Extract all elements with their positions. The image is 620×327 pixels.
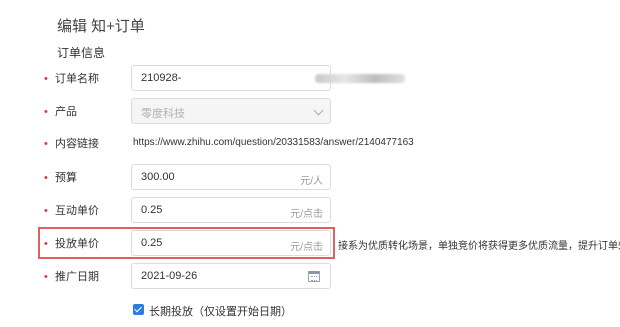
order-name-input[interactable]: 210928- — [131, 65, 405, 91]
interaction-price-input[interactable]: 0.25 元/点击 — [131, 197, 331, 223]
budget-row: • 预算 300.00 元/人 — [0, 164, 620, 192]
required-marker: • — [44, 238, 48, 250]
chevron-down-icon — [313, 105, 324, 116]
required-marker: • — [44, 138, 48, 150]
bid-price-label: 投放单价 — [55, 238, 99, 250]
content-link-value: https://www.zhihu.com/question/20331583/… — [133, 137, 414, 148]
promo-date-label: 推广日期 — [55, 271, 99, 283]
long-term-label: 长期投放（仅设置开始日期） — [149, 306, 292, 318]
interaction-price-unit: 元/点击 — [290, 209, 323, 220]
bid-price-unit: 元/点击 — [290, 242, 323, 253]
product-row: • 产品 零度科技 — [0, 98, 620, 126]
required-marker: • — [44, 271, 48, 283]
content-link-row: • 内容链接 https://www.zhihu.com/question/20… — [0, 130, 620, 158]
required-marker: • — [44, 73, 48, 85]
promo-date-picker[interactable]: 2021-09-26 — [131, 263, 331, 289]
calendar-icon[interactable] — [308, 271, 320, 282]
required-marker: • — [44, 205, 48, 217]
promo-date-value: 2021-09-26 — [141, 270, 198, 282]
budget-label: 预算 — [55, 172, 77, 184]
product-label: 产品 — [55, 106, 77, 118]
bid-hint-text: 接系为优质转化场景，单独竞价将获得更多优质流量，提升订单效果 — [338, 241, 620, 252]
content-link-label: 内容链接 — [55, 138, 99, 150]
budget-input[interactable]: 300.00 元/人 — [131, 164, 331, 190]
order-name-row: • 订单名称 210928- — [0, 65, 620, 93]
bid-price-input[interactable]: 0.25 元/点击 — [131, 230, 331, 256]
interaction-price-row: • 互动单价 0.25 元/点击 — [0, 197, 620, 225]
redacted-text — [315, 74, 405, 83]
product-select[interactable]: 零度科技 — [131, 98, 331, 124]
product-value: 零度科技 — [141, 108, 185, 120]
interaction-price-label: 互动单价 — [55, 205, 99, 217]
page-title: 编辑 知+订单 — [57, 18, 145, 35]
long-term-checkbox[interactable] — [133, 304, 144, 315]
bid-price-value: 0.25 — [141, 237, 163, 249]
budget-unit: 元/人 — [300, 176, 323, 187]
section-title: 订单信息 — [57, 46, 106, 60]
budget-value: 300.00 — [141, 171, 175, 183]
promo-date-row: • 推广日期 2021-09-26 — [0, 263, 620, 291]
required-marker: • — [44, 172, 48, 184]
order-name-label: 订单名称 — [55, 73, 99, 85]
required-marker: • — [44, 106, 48, 118]
interaction-price-value: 0.25 — [141, 204, 163, 216]
order-name-value: 210928- — [141, 72, 182, 84]
